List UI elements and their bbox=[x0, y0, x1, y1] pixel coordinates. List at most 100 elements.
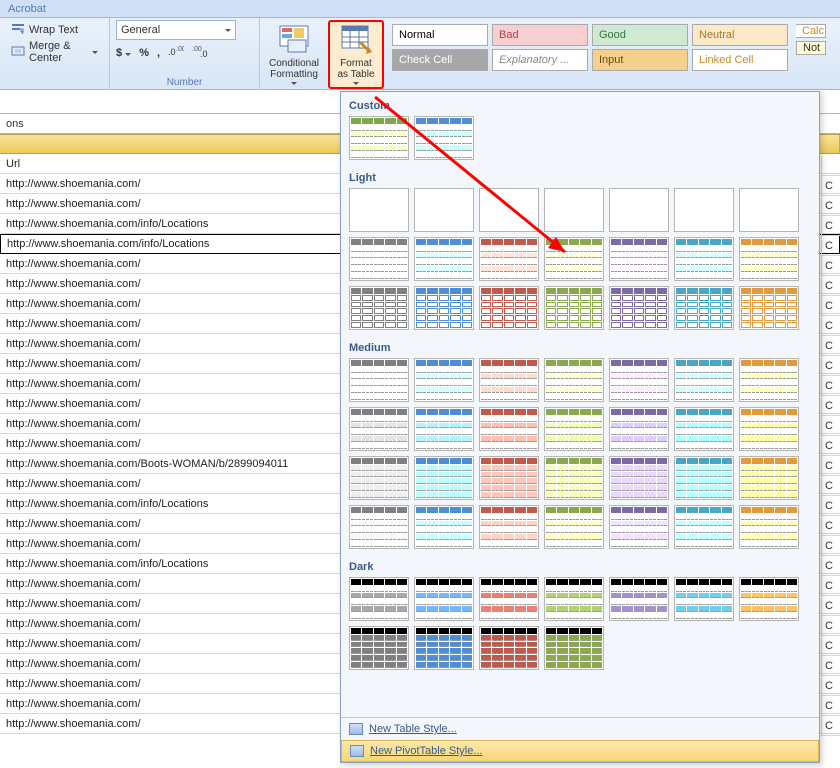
table-style-thumb[interactable] bbox=[479, 188, 539, 232]
table-style-thumb[interactable] bbox=[349, 407, 409, 451]
table-style-thumb[interactable] bbox=[544, 626, 604, 670]
style-calculation[interactable]: Calc bbox=[796, 24, 826, 38]
table-style-thumb[interactable] bbox=[414, 116, 474, 160]
table-style-thumb[interactable] bbox=[349, 456, 409, 500]
style-linked-cell[interactable]: Linked Cell bbox=[692, 49, 788, 71]
cell-styles-gallery[interactable]: Normal Bad Good Neutral Check Cell Expla… bbox=[390, 20, 790, 89]
table-style-thumb[interactable] bbox=[739, 188, 799, 232]
table-style-thumb[interactable] bbox=[739, 237, 799, 281]
style-explanatory[interactable]: Explanatory ... bbox=[492, 49, 588, 71]
table-style-thumb[interactable] bbox=[609, 237, 669, 281]
style-bad[interactable]: Bad bbox=[492, 24, 588, 46]
table-style-thumb[interactable] bbox=[414, 577, 474, 621]
merge-center-button[interactable]: Merge & Center bbox=[6, 42, 103, 62]
table-style-thumb[interactable] bbox=[414, 456, 474, 500]
table-style-thumb[interactable] bbox=[739, 456, 799, 500]
style-good[interactable]: Good bbox=[592, 24, 688, 46]
style-neutral[interactable]: Neutral bbox=[692, 24, 788, 46]
table-style-thumb[interactable] bbox=[414, 188, 474, 232]
table-style-thumb[interactable] bbox=[674, 358, 734, 402]
table-style-thumb[interactable] bbox=[414, 407, 474, 451]
wrap-text-label: Wrap Text bbox=[29, 24, 78, 36]
table-style-thumb[interactable] bbox=[479, 237, 539, 281]
table-style-thumb[interactable] bbox=[609, 407, 669, 451]
table-style-thumb[interactable] bbox=[739, 577, 799, 621]
table-style-thumb[interactable] bbox=[674, 505, 734, 549]
alignment-group: Wrap Text Merge & Center bbox=[0, 18, 110, 89]
table-style-thumb[interactable] bbox=[609, 456, 669, 500]
table-style-thumb[interactable] bbox=[349, 505, 409, 549]
wrap-text-button[interactable]: Wrap Text bbox=[6, 20, 103, 40]
table-style-thumb[interactable] bbox=[609, 358, 669, 402]
gallery-section-light: Light bbox=[343, 168, 817, 186]
table-style-thumb[interactable] bbox=[674, 188, 734, 232]
style-check-cell[interactable]: Check Cell bbox=[392, 49, 488, 71]
table-style-thumb[interactable] bbox=[544, 237, 604, 281]
next-col-cell: C bbox=[821, 656, 840, 676]
table-style-thumb[interactable] bbox=[544, 286, 604, 330]
decrease-decimal-button[interactable]: .00.0 bbox=[192, 46, 208, 60]
gallery-scroll-area[interactable]: CustomLightMediumDark bbox=[341, 92, 819, 717]
table-style-thumb[interactable] bbox=[674, 456, 734, 500]
table-style-thumb[interactable] bbox=[609, 286, 669, 330]
table-style-thumb[interactable] bbox=[479, 577, 539, 621]
next-col-cell: C bbox=[821, 476, 840, 496]
conditional-formatting-button[interactable]: Conditional Formatting bbox=[266, 20, 322, 89]
number-group-label: Number bbox=[116, 76, 253, 89]
next-col-cell: C bbox=[821, 596, 840, 616]
table-style-thumb[interactable] bbox=[349, 116, 409, 160]
table-style-thumb[interactable] bbox=[739, 407, 799, 451]
table-style-thumb[interactable] bbox=[479, 358, 539, 402]
next-col-cell: C bbox=[821, 416, 840, 436]
next-col-cell: C bbox=[821, 376, 840, 396]
table-style-thumb[interactable] bbox=[739, 358, 799, 402]
table-style-thumb[interactable] bbox=[479, 456, 539, 500]
table-style-thumb[interactable] bbox=[414, 286, 474, 330]
title-bar: Acrobat bbox=[0, 0, 840, 18]
table-style-thumb[interactable] bbox=[414, 626, 474, 670]
table-style-thumb[interactable] bbox=[609, 577, 669, 621]
table-style-thumb[interactable] bbox=[479, 505, 539, 549]
table-style-thumb[interactable] bbox=[479, 407, 539, 451]
percent-button[interactable]: % bbox=[139, 47, 149, 59]
style-input[interactable]: Input bbox=[592, 49, 688, 71]
new-pivottable-style-button[interactable]: New PivotTable Style... bbox=[341, 740, 819, 762]
table-style-thumb[interactable] bbox=[349, 358, 409, 402]
format-as-table-button[interactable]: Format as Table bbox=[328, 20, 384, 89]
table-style-thumb[interactable] bbox=[544, 505, 604, 549]
table-style-thumb[interactable] bbox=[349, 188, 409, 232]
table-style-thumb[interactable] bbox=[674, 286, 734, 330]
comma-button[interactable]: , bbox=[157, 47, 160, 59]
table-style-thumb[interactable] bbox=[414, 505, 474, 549]
table-style-thumb[interactable] bbox=[349, 626, 409, 670]
table-style-thumb[interactable] bbox=[479, 286, 539, 330]
table-style-thumb[interactable] bbox=[414, 358, 474, 402]
style-normal[interactable]: Normal bbox=[392, 24, 488, 46]
new-table-style-button[interactable]: New Table Style... bbox=[341, 718, 819, 740]
table-style-thumb[interactable] bbox=[414, 237, 474, 281]
table-style-thumb[interactable] bbox=[609, 505, 669, 549]
currency-button[interactable]: $ bbox=[116, 47, 131, 59]
table-style-thumb[interactable] bbox=[674, 577, 734, 621]
table-style-thumb[interactable] bbox=[349, 286, 409, 330]
table-style-thumb[interactable] bbox=[479, 626, 539, 670]
table-style-thumb[interactable] bbox=[739, 286, 799, 330]
number-group: General $ % , .0.00 .00.0 bbox=[110, 18, 260, 89]
table-style-thumb[interactable] bbox=[739, 505, 799, 549]
style-note[interactable]: Not bbox=[796, 41, 826, 55]
wrap-text-icon bbox=[11, 22, 25, 39]
table-style-thumb[interactable] bbox=[674, 407, 734, 451]
increase-decimal-button[interactable]: .0.00 bbox=[168, 46, 184, 60]
next-col-cell: C bbox=[821, 576, 840, 596]
table-style-thumb[interactable] bbox=[674, 237, 734, 281]
table-style-thumb[interactable] bbox=[544, 358, 604, 402]
table-style-thumb[interactable] bbox=[349, 237, 409, 281]
next-col-cell: C bbox=[821, 436, 840, 456]
table-style-thumb[interactable] bbox=[544, 407, 604, 451]
table-style-thumb[interactable] bbox=[609, 188, 669, 232]
table-style-thumb[interactable] bbox=[544, 456, 604, 500]
table-style-thumb[interactable] bbox=[544, 577, 604, 621]
table-style-thumb[interactable] bbox=[349, 577, 409, 621]
table-style-thumb[interactable] bbox=[544, 188, 604, 232]
number-format-select[interactable]: General bbox=[116, 20, 236, 40]
